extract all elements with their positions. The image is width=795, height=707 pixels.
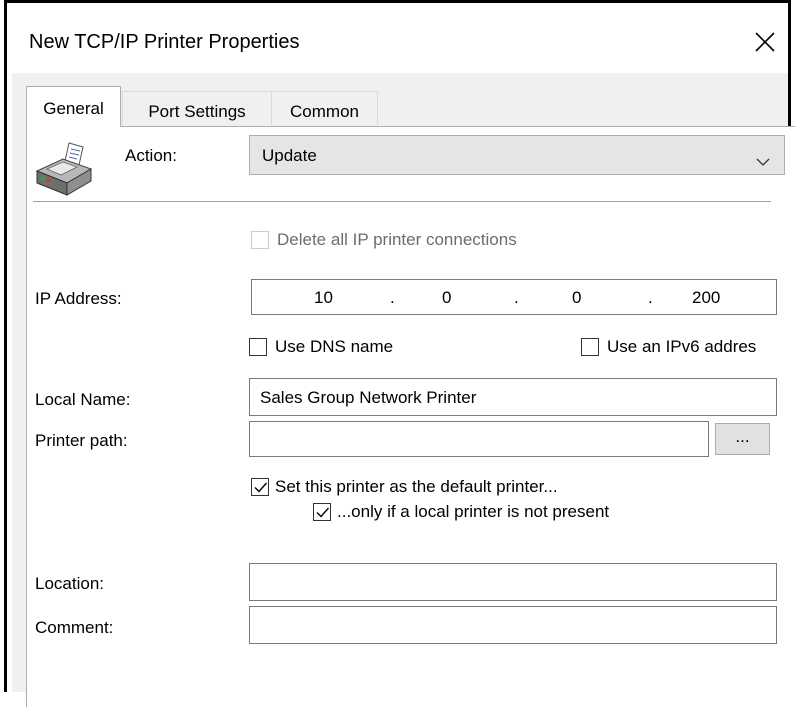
comment-label: Comment: [35, 618, 114, 637]
ip-dot: . [648, 288, 653, 307]
ip-octet-3[interactable]: 0 [572, 288, 581, 308]
delete-all-checkbox[interactable] [251, 231, 269, 249]
action-selected-value: Update [262, 146, 317, 165]
ip-octet-1[interactable]: 10 [314, 288, 333, 308]
location-input[interactable] [249, 563, 777, 601]
delete-all-label: Delete all IP printer connections [277, 230, 517, 249]
dialog-client-area: General Port Settings Common Action: Upd… [12, 73, 795, 707]
action-dropdown[interactable]: Update [249, 135, 785, 175]
ip-octet-4[interactable]: 200 [692, 288, 720, 308]
printer-icon [33, 141, 95, 199]
location-label: Location: [35, 574, 104, 593]
use-ipv6-label: Use an IPv6 addres [607, 337, 757, 356]
general-tab-panel: Action: Update Delete all IP printer con… [26, 126, 795, 707]
use-dns-checkbox[interactable] [249, 338, 267, 356]
ip-address-label: IP Address: [35, 289, 122, 308]
ip-dot: . [390, 288, 395, 307]
comment-input[interactable] [249, 606, 777, 644]
only-if-local-label: ...only if a local printer is not presen… [337, 502, 610, 521]
printer-path-label: Printer path: [35, 431, 128, 450]
only-if-local-checkbox[interactable] [313, 503, 331, 521]
ip-dot: . [514, 288, 519, 307]
dialog-window: New TCP/IP Printer Properties General Po… [4, 0, 795, 707]
close-icon[interactable] [746, 23, 784, 61]
use-ipv6-checkbox[interactable] [581, 338, 599, 356]
ip-address-field[interactable]: 10 . 0 . 0 . 200 [251, 279, 777, 315]
tab-port-settings[interactable]: Port Settings [122, 91, 272, 125]
set-default-checkbox[interactable] [251, 478, 269, 496]
set-default-label: Set this printer as the default printer.… [275, 477, 558, 496]
window-title: New TCP/IP Printer Properties [29, 31, 300, 53]
action-label: Action: [125, 146, 177, 165]
title-bar: New TCP/IP Printer Properties [7, 3, 788, 73]
ip-octet-2[interactable]: 0 [442, 288, 451, 308]
use-dns-label: Use DNS name [275, 337, 394, 356]
local-name-value: Sales Group Network Printer [260, 388, 477, 407]
tab-general[interactable]: General [26, 86, 121, 127]
tab-common[interactable]: Common [271, 91, 378, 125]
separator [33, 201, 771, 202]
printer-path-input[interactable] [249, 421, 709, 457]
local-name-input[interactable]: Sales Group Network Printer [249, 378, 777, 416]
chevron-down-icon [756, 151, 770, 172]
browse-button[interactable]: ... [715, 423, 770, 455]
local-name-label: Local Name: [35, 390, 131, 409]
